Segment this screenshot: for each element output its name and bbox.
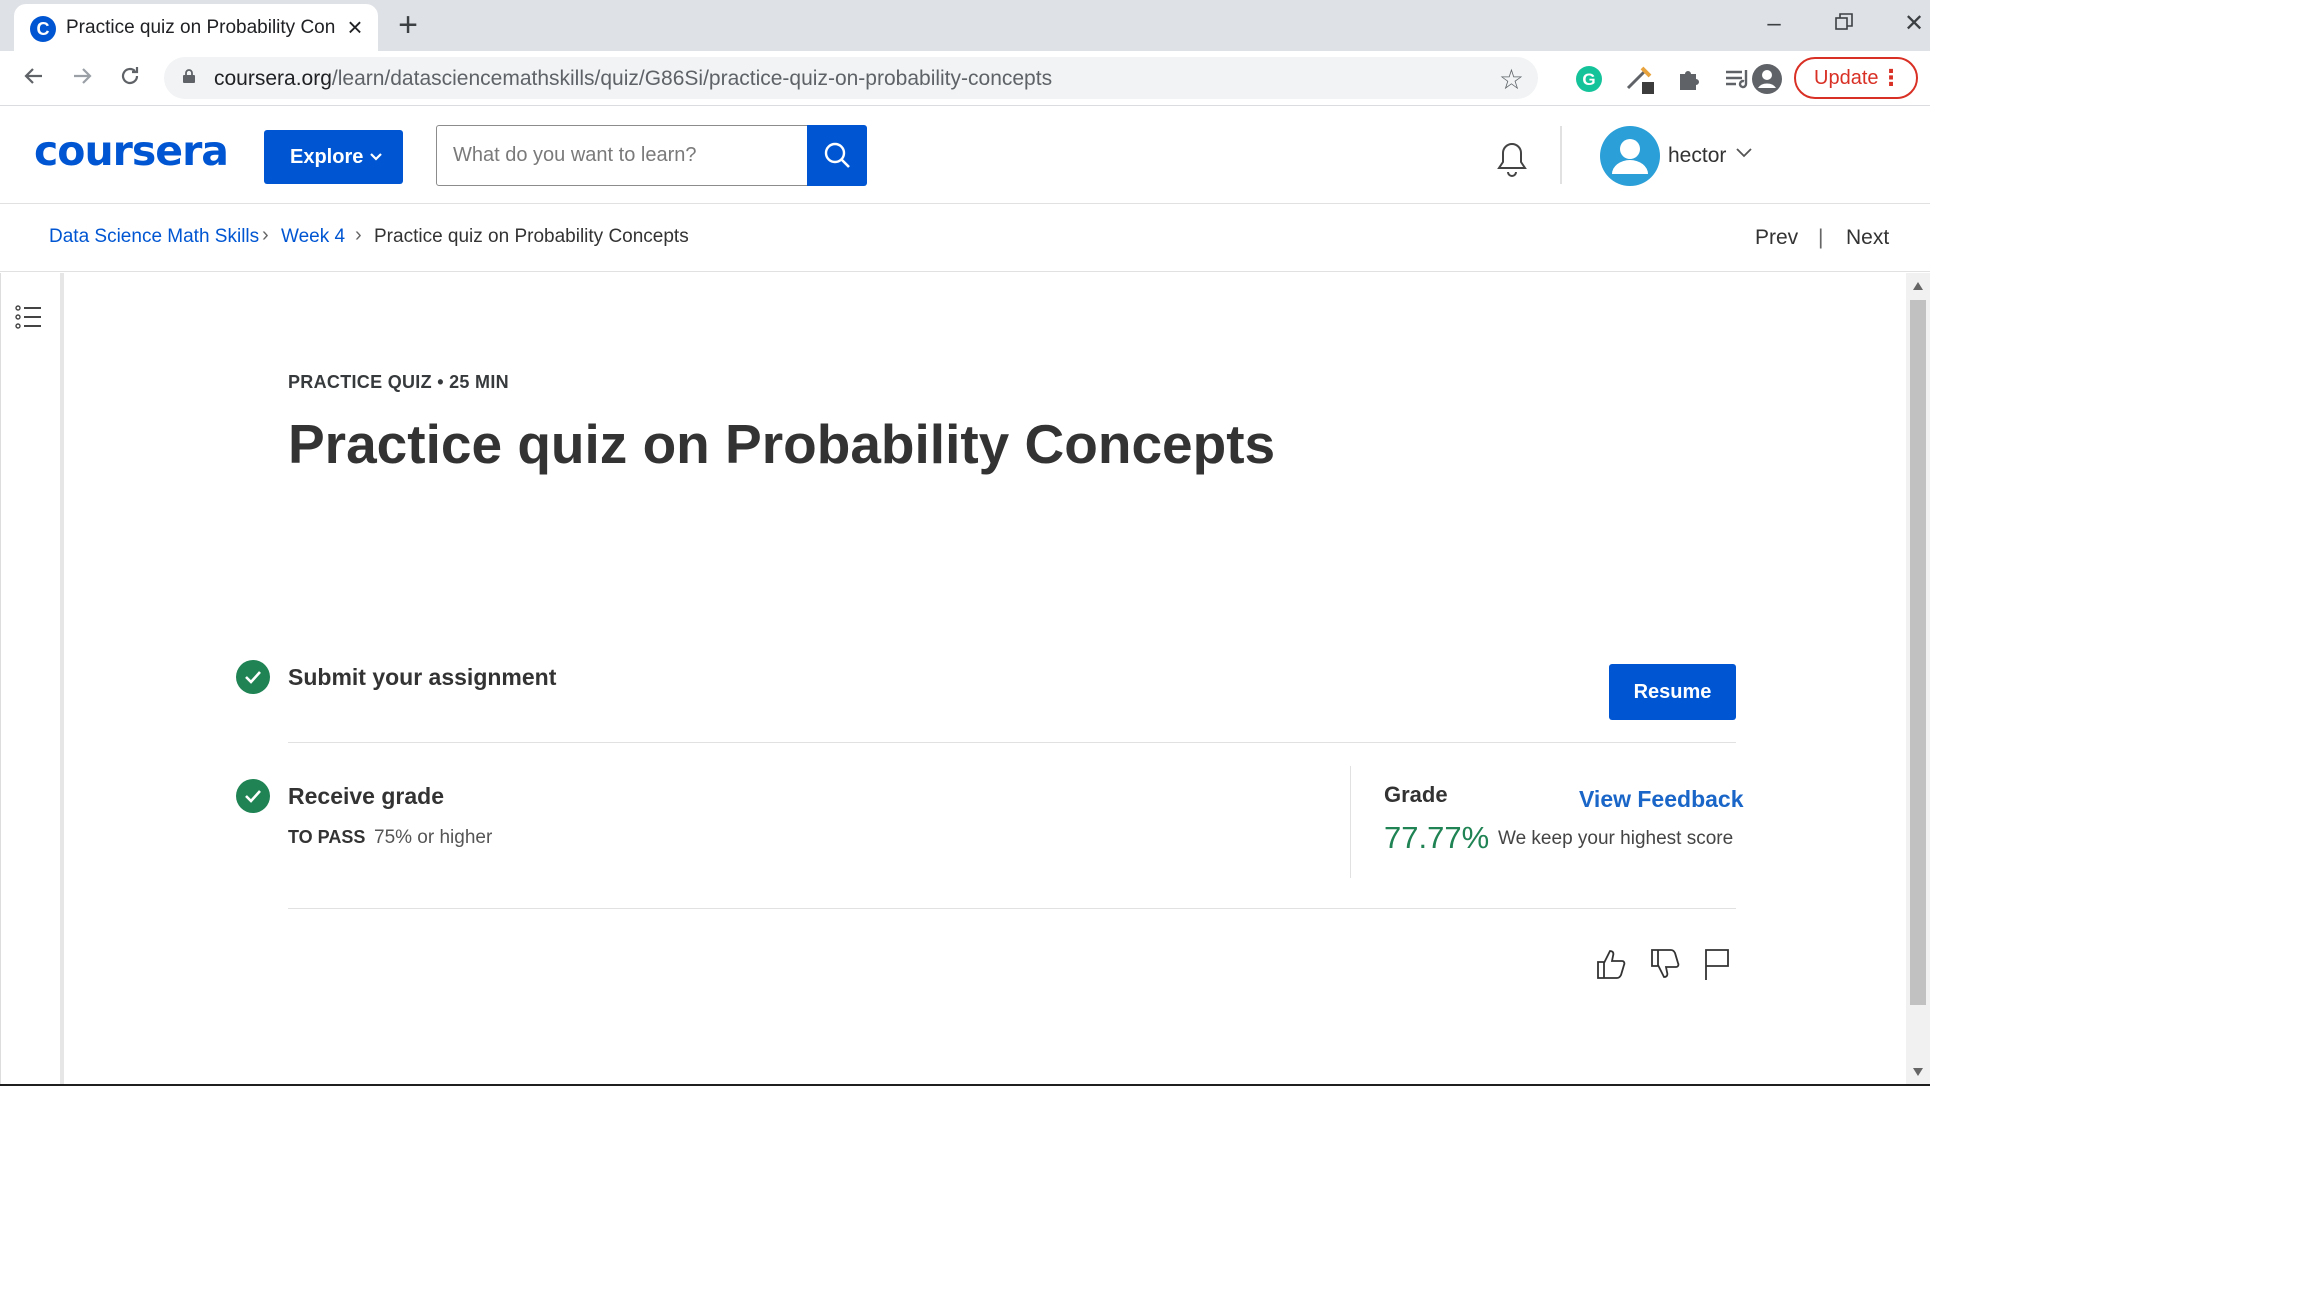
- prev-link[interactable]: Prev: [1755, 226, 1798, 250]
- flag-icon[interactable]: [1700, 946, 1734, 982]
- check-circle-icon: [236, 779, 270, 813]
- update-button[interactable]: Update ⋮: [1794, 57, 1918, 99]
- search-input[interactable]: [437, 126, 807, 185]
- course-outline-menu-icon[interactable]: [15, 303, 43, 331]
- chevron-right-icon: ›: [262, 224, 269, 246]
- notification-bell-icon[interactable]: [1494, 140, 1530, 180]
- window-bottom-edge: [0, 1084, 1930, 1086]
- course-sidebar: [0, 273, 64, 1085]
- grammarly-icon[interactable]: G: [1572, 62, 1606, 96]
- url-text: coursera.org/learn/datasciencemathskills…: [214, 67, 1053, 90]
- divider: [288, 742, 1736, 743]
- chevron-right-icon: ›: [355, 224, 362, 246]
- close-tab-icon[interactable]: ×: [340, 12, 370, 42]
- profile-icon[interactable]: [1750, 62, 1784, 96]
- browser-toolbar: coursera.org/learn/datasciencemathskills…: [0, 51, 1930, 106]
- content-scrollbar[interactable]: [1906, 273, 1930, 1085]
- check-circle-icon: [236, 660, 270, 694]
- window-close-icon[interactable]: ✕: [1884, 4, 1944, 44]
- search-button[interactable]: [807, 125, 867, 186]
- restore-icon[interactable]: [1814, 4, 1874, 44]
- back-icon[interactable]: [14, 59, 54, 99]
- page-title: Practice quiz on Probability Concepts: [288, 413, 1276, 475]
- avatar[interactable]: [1600, 126, 1660, 186]
- grade-value: 77.77%: [1384, 820, 1490, 855]
- divider: [288, 908, 1736, 909]
- eyedropper-extension-icon[interactable]: [1622, 62, 1656, 96]
- chevron-down-icon[interactable]: [1734, 146, 1754, 160]
- user-icon: [1612, 139, 1648, 174]
- svg-text:G: G: [1582, 70, 1595, 89]
- chevron-down-icon: [369, 130, 383, 207]
- resume-button[interactable]: Resume: [1609, 664, 1736, 720]
- search-box: [436, 125, 808, 186]
- new-tab-icon[interactable]: +: [390, 8, 426, 44]
- lock-icon: [183, 69, 195, 83]
- submit-step-title: Submit your assignment: [288, 664, 557, 690]
- minimize-icon[interactable]: –: [1744, 4, 1804, 44]
- to-pass-value: 75% or higher: [374, 827, 493, 848]
- view-feedback-link[interactable]: View Feedback: [1579, 786, 1744, 813]
- search-icon: [824, 142, 850, 168]
- breadcrumb-week-link[interactable]: Week 4: [281, 226, 345, 248]
- extensions-puzzle-icon[interactable]: [1672, 62, 1706, 96]
- header-divider: [1560, 126, 1562, 184]
- grade-note: We keep your highest score: [1498, 828, 1734, 849]
- breadcrumb-course-link[interactable]: Data Science Math Skills: [49, 226, 259, 248]
- explore-button[interactable]: Explore: [264, 130, 403, 184]
- tab-title: Practice quiz on Probability Concepts: [66, 17, 336, 38]
- username[interactable]: hector: [1668, 144, 1726, 168]
- browser-tabstrip: C Practice quiz on Probability Concepts …: [0, 0, 1930, 51]
- quiz-kicker: PRACTICE QUIZ • 25 MIN: [288, 372, 509, 392]
- browser-tab[interactable]: C Practice quiz on Probability Concepts …: [14, 4, 378, 51]
- breadcrumb-current: Practice quiz on Probability Concepts: [374, 226, 689, 247]
- prev-next-separator: |: [1818, 226, 1824, 249]
- site-header: coursera Explore hector: [0, 106, 1930, 204]
- next-link[interactable]: Next: [1846, 226, 1889, 250]
- bookmark-star-icon[interactable]: ☆: [1499, 63, 1524, 96]
- forward-icon[interactable]: [62, 59, 102, 99]
- scroll-thumb[interactable]: [1910, 300, 1926, 1005]
- address-bar[interactable]: coursera.org/learn/datasciencemathskills…: [164, 57, 1538, 99]
- receive-grade-title: Receive grade: [288, 783, 444, 809]
- scroll-up-icon[interactable]: [1912, 281, 1924, 291]
- thumbs-down-icon[interactable]: [1648, 946, 1682, 982]
- coursera-favicon-icon: C: [30, 16, 56, 42]
- scroll-down-icon[interactable]: [1912, 1067, 1924, 1077]
- grade-divider: [1350, 766, 1351, 878]
- thumbs-up-icon[interactable]: [1594, 946, 1628, 982]
- to-pass-label: TO PASS: [288, 827, 366, 847]
- reading-list-icon[interactable]: [1720, 62, 1754, 96]
- more-vert-icon: ⋮: [1880, 65, 1902, 90]
- coursera-logo[interactable]: coursera: [34, 127, 229, 175]
- reload-icon[interactable]: [110, 59, 150, 99]
- breadcrumb: Data Science Math Skills › Week 4 › Prac…: [0, 204, 1930, 272]
- grade-label: Grade: [1384, 782, 1448, 807]
